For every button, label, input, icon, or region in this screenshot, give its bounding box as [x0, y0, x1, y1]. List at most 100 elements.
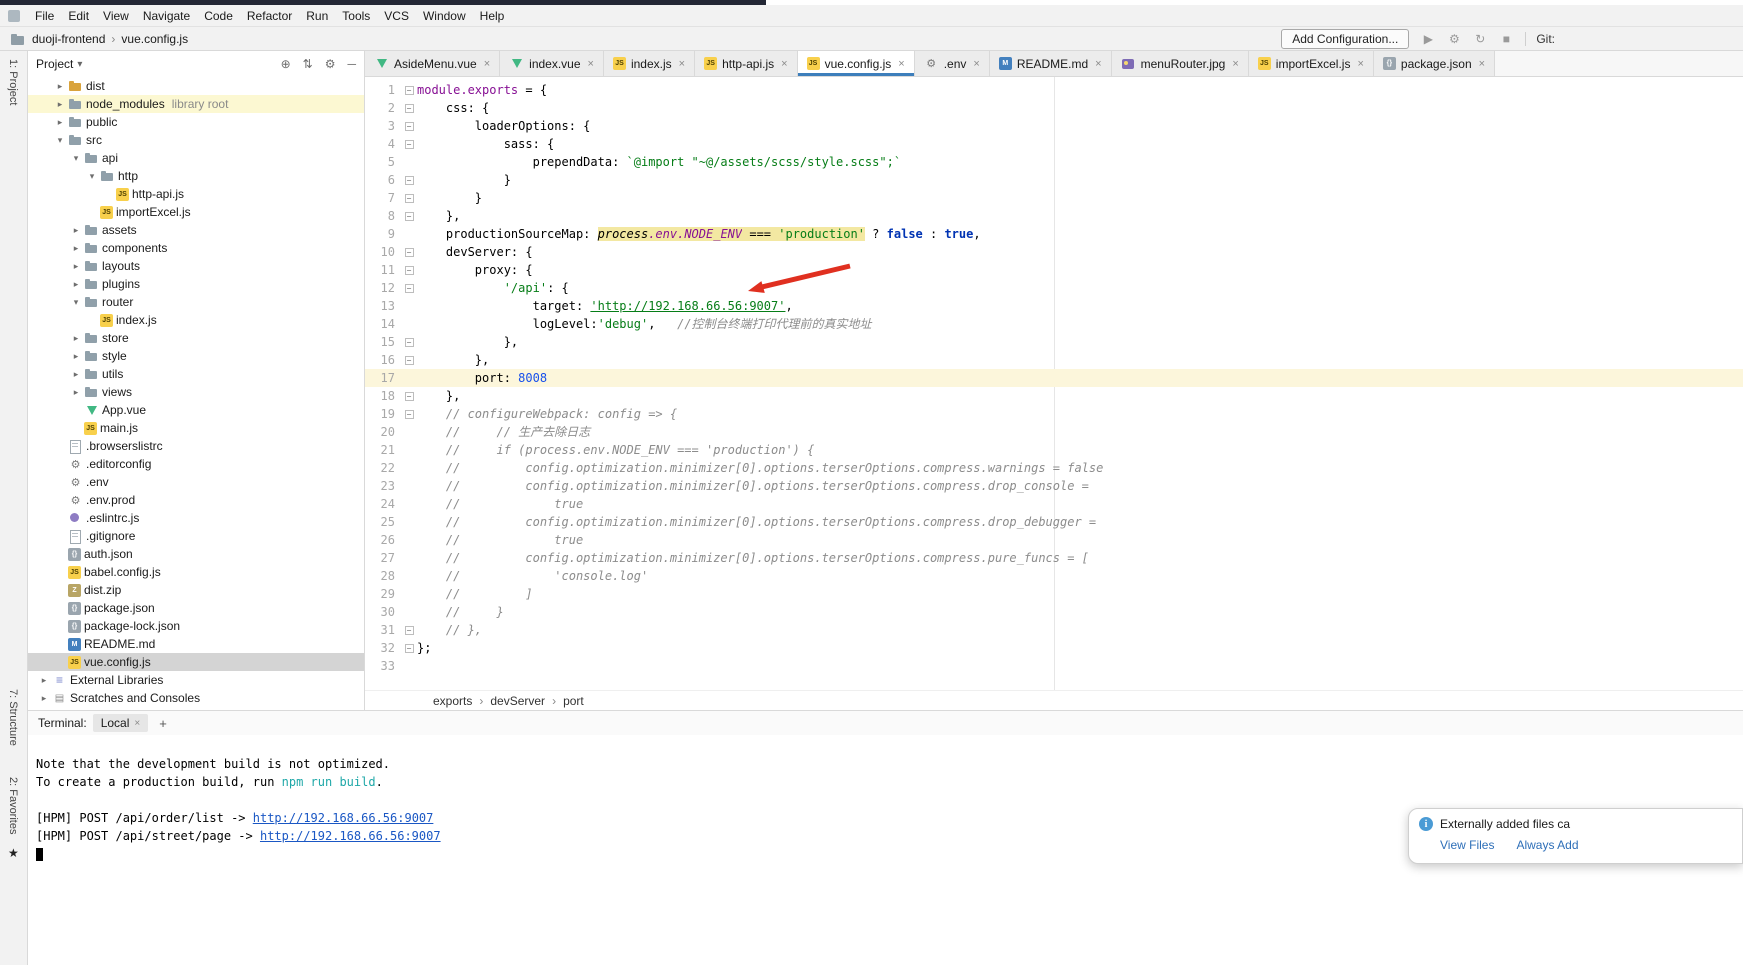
add-configuration-button[interactable]: Add Configuration...	[1281, 29, 1409, 49]
tree-item-app-vue[interactable]: App.vue	[28, 401, 364, 419]
chevron-right-icon[interactable]: ▸	[36, 693, 52, 704]
code-line-13[interactable]: 13 target: 'http://192.168.66.56:9007',	[365, 297, 1743, 315]
fold-marker-icon[interactable]: −	[401, 405, 417, 423]
close-icon[interactable]: ×	[679, 58, 685, 70]
code-line-8[interactable]: 8− },	[365, 207, 1743, 225]
terminal-url-link[interactable]: http://192.168.66.56:9007	[253, 811, 434, 825]
code-line-9[interactable]: 9 productionSourceMap: process.env.NODE_…	[365, 225, 1743, 243]
code-line-21[interactable]: 21 // if (process.env.NODE_ENV === 'prod…	[365, 441, 1743, 459]
close-icon[interactable]: ×	[588, 58, 594, 70]
notification-link-view-files[interactable]: View Files	[1440, 838, 1494, 852]
menu-item-edit[interactable]: Edit	[61, 7, 96, 25]
menu-item-refactor[interactable]: Refactor	[240, 7, 299, 25]
stop-button[interactable]: ■	[1497, 32, 1515, 46]
tree-item-public[interactable]: ▸public	[28, 113, 364, 131]
tree-item-editorconfig[interactable]: ⚙.editorconfig	[28, 455, 364, 473]
menu-item-view[interactable]: View	[96, 7, 136, 25]
fold-marker-icon[interactable]: −	[401, 117, 417, 135]
tree-item-dist-zip[interactable]: Zdist.zip	[28, 581, 364, 599]
tab-readme-md[interactable]: MREADME.md×	[990, 51, 1112, 76]
chevron-right-icon[interactable]: ▸	[68, 387, 84, 398]
tab-vue-config-js[interactable]: JSvue.config.js×	[798, 51, 915, 76]
menu-item-tools[interactable]: Tools	[335, 7, 377, 25]
breadcrumb-project[interactable]: duoji-frontend	[32, 32, 105, 46]
breadcrumb-port[interactable]: port	[563, 694, 584, 708]
code-line-26[interactable]: 26 // true	[365, 531, 1743, 549]
fold-marker-icon[interactable]: −	[401, 279, 417, 297]
tree-item-node-modules[interactable]: ▸node_moduleslibrary root	[28, 95, 364, 113]
chevron-right-icon[interactable]: ▸	[52, 117, 68, 128]
code-line-12[interactable]: 12− '/api': {	[365, 279, 1743, 297]
code-line-19[interactable]: 19− // configureWebpack: config => {	[365, 405, 1743, 423]
project-panel-title[interactable]: Project	[36, 57, 73, 71]
chevron-down-icon[interactable]: ▾	[52, 135, 68, 146]
code-line-3[interactable]: 3− loaderOptions: {	[365, 117, 1743, 135]
tree-item-main-js[interactable]: JSmain.js	[28, 419, 364, 437]
tree-item-router[interactable]: ▾router	[28, 293, 364, 311]
code-line-28[interactable]: 28 // 'console.log'	[365, 567, 1743, 585]
notification-link-always-add[interactable]: Always Add	[1516, 838, 1578, 852]
code-line-20[interactable]: 20 // // 生产去除日志	[365, 423, 1743, 441]
tool-button-favorites[interactable]: 2: Favorites	[7, 777, 19, 834]
chevron-right-icon[interactable]: ▸	[36, 675, 52, 686]
close-icon[interactable]: ×	[973, 58, 979, 70]
tab-asidemenu-vue[interactable]: AsideMenu.vue×	[365, 51, 500, 76]
terminal-tab-local[interactable]: Local ×	[93, 714, 149, 732]
chevron-right-icon[interactable]: ▸	[68, 225, 84, 236]
fold-marker-icon[interactable]: −	[401, 261, 417, 279]
code-line-24[interactable]: 24 // true	[365, 495, 1743, 513]
close-icon[interactable]: ×	[134, 718, 140, 729]
chevron-right-icon[interactable]: ▸	[52, 99, 68, 110]
favorites-star-icon[interactable]: ★	[8, 846, 19, 860]
tree-item-gitignore[interactable]: .gitignore	[28, 527, 364, 545]
chevron-right-icon[interactable]: ▸	[68, 243, 84, 254]
fold-marker-icon[interactable]: −	[401, 207, 417, 225]
close-icon[interactable]: ×	[1232, 58, 1238, 70]
tree-item-index-js[interactable]: JSindex.js	[28, 311, 364, 329]
code-line-10[interactable]: 10− devServer: {	[365, 243, 1743, 261]
code-line-6[interactable]: 6− }	[365, 171, 1743, 189]
tree-item-importexcel-js[interactable]: JSimportExcel.js	[28, 203, 364, 221]
chevron-right-icon[interactable]: ▸	[68, 333, 84, 344]
fold-marker-icon[interactable]: −	[401, 387, 417, 405]
code-editor[interactable]: 1−module.exports = {2− css: {3− loaderOp…	[365, 77, 1743, 690]
tree-item-env-prod[interactable]: ⚙.env.prod	[28, 491, 364, 509]
tab-index-js[interactable]: JSindex.js×	[604, 51, 695, 76]
menu-item-code[interactable]: Code	[197, 7, 240, 25]
tree-item-views[interactable]: ▸views	[28, 383, 364, 401]
menu-item-help[interactable]: Help	[473, 7, 512, 25]
new-terminal-button[interactable]: +	[154, 716, 172, 731]
tool-button-project[interactable]: 1: Project	[7, 59, 19, 105]
chevron-right-icon[interactable]: ▸	[68, 261, 84, 272]
tree-item-auth-json[interactable]: {}auth.json	[28, 545, 364, 563]
fold-marker-icon[interactable]: −	[401, 81, 417, 99]
chevron-down-icon[interactable]: ▾	[68, 297, 84, 308]
tree-item-babel-config-js[interactable]: JSbabel.config.js	[28, 563, 364, 581]
chevron-right-icon[interactable]: ▸	[52, 81, 68, 92]
tree-item-http-api-js[interactable]: JShttp-api.js	[28, 185, 364, 203]
tab-menurouter-jpg[interactable]: menuRouter.jpg×	[1112, 51, 1249, 76]
chevron-right-icon[interactable]: ▸	[68, 279, 84, 290]
debug-button[interactable]: ⚙	[1445, 32, 1463, 46]
code-line-7[interactable]: 7− }	[365, 189, 1743, 207]
code-line-27[interactable]: 27 // config.optimization.minimizer[0].o…	[365, 549, 1743, 567]
update-project-button[interactable]: ↻	[1471, 32, 1489, 46]
tab-importexcel-js[interactable]: JSimportExcel.js×	[1249, 51, 1374, 76]
menu-item-file[interactable]: File	[28, 7, 61, 25]
close-icon[interactable]: ×	[898, 58, 904, 70]
tree-item-store[interactable]: ▸store	[28, 329, 364, 347]
code-line-30[interactable]: 30 // }	[365, 603, 1743, 621]
close-icon[interactable]: ×	[1095, 58, 1101, 70]
breadcrumb-file[interactable]: vue.config.js	[121, 32, 188, 46]
tree-item-vue-config-js[interactable]: JSvue.config.js	[28, 653, 364, 671]
code-line-11[interactable]: 11− proxy: {	[365, 261, 1743, 279]
code-line-25[interactable]: 25 // config.optimization.minimizer[0].o…	[365, 513, 1743, 531]
code-line-33[interactable]: 33	[365, 657, 1743, 675]
tree-item-assets[interactable]: ▸assets	[28, 221, 364, 239]
url-link[interactable]: 'http://192.168.66.56:9007'	[590, 299, 785, 313]
tree-item-scratches-and-consoles[interactable]: ▸▤Scratches and Consoles	[28, 689, 364, 707]
tree-item-style[interactable]: ▸style	[28, 347, 364, 365]
tree-item-src[interactable]: ▾src	[28, 131, 364, 149]
code-line-22[interactable]: 22 // config.optimization.minimizer[0].o…	[365, 459, 1743, 477]
menu-item-run[interactable]: Run	[299, 7, 335, 25]
